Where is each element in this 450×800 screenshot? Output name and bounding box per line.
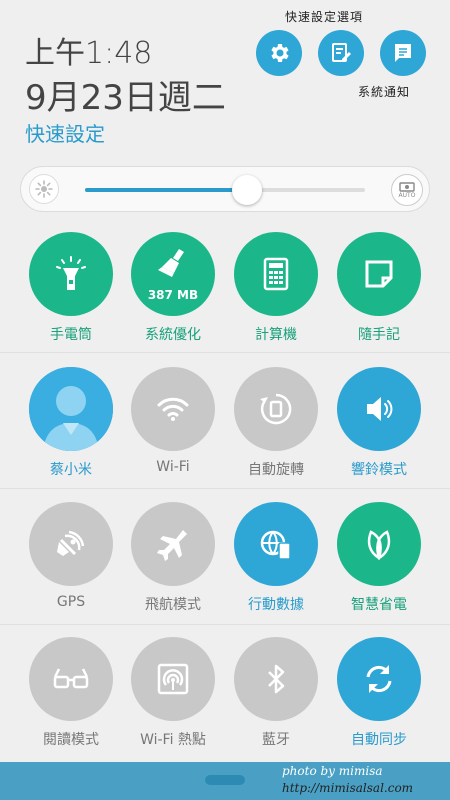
tile-label: 藍牙 [262, 732, 290, 748]
annotation-quick-settings-options: 快速設定選項 [285, 10, 364, 24]
brightness-low-icon [29, 174, 59, 204]
tile-button[interactable] [29, 637, 113, 721]
tile-gps[interactable]: GPS [21, 502, 121, 610]
sync-icon [359, 659, 399, 699]
tile-button[interactable] [131, 502, 215, 586]
calculator-icon [256, 254, 296, 294]
settings-button[interactable] [256, 30, 302, 76]
tile-button[interactable] [29, 367, 113, 451]
tile-bluetooth[interactable]: 藍牙 [226, 637, 326, 749]
edit-icon [332, 43, 351, 62]
page-title: 快速設定 [25, 122, 105, 146]
wifi-icon [153, 389, 193, 429]
tile-button[interactable] [234, 232, 318, 316]
divider [0, 352, 450, 353]
date-text: 9月23日週二 [25, 78, 226, 118]
tile-button[interactable] [234, 502, 318, 586]
flashlight-icon [51, 254, 91, 294]
divider [0, 488, 450, 489]
tile-note[interactable]: 隨手記 [329, 232, 429, 344]
tile-button[interactable] [131, 367, 215, 451]
tile-button[interactable] [337, 637, 421, 721]
tile-leaf[interactable]: 智慧省電 [329, 502, 429, 614]
tile-label: 行動數據 [248, 597, 304, 613]
tile-label: Wi-Fi 熱點 [140, 732, 206, 748]
tile-hotspot[interactable]: Wi-Fi 熱點 [123, 637, 223, 749]
tile-calculator[interactable]: 計算機 [226, 232, 326, 344]
tile-label: 系統優化 [145, 327, 201, 343]
gps-icon [51, 524, 91, 564]
tile-label: 智慧省電 [351, 597, 407, 613]
tile-button[interactable] [234, 367, 318, 451]
photo-credit: photo by mimisa http://mimisalsal.com [282, 764, 414, 795]
bluetooth-icon [256, 659, 296, 699]
annotation-system-notifications: 系統通知 [358, 85, 411, 99]
brightness-fill [85, 188, 248, 192]
edit-button[interactable] [318, 30, 364, 76]
auto-brightness-icon [399, 181, 415, 192]
tile-label: 隨手記 [358, 327, 400, 343]
note-icon [359, 254, 399, 294]
tile-button[interactable] [234, 637, 318, 721]
leaf-icon [359, 524, 399, 564]
tile-label: 蔡小米 [50, 462, 92, 478]
tile-broom[interactable]: 387 MB 系統優化 [123, 232, 223, 344]
airplane-icon [153, 524, 193, 564]
tile-glasses[interactable]: 閱讀模式 [21, 637, 121, 749]
tile-button[interactable] [337, 502, 421, 586]
tile-label: 計算機 [255, 327, 297, 343]
tile-button[interactable] [337, 367, 421, 451]
tile-label: 閱讀模式 [43, 732, 99, 748]
brightness-bar: AUTO [20, 166, 430, 212]
tile-label: 響鈴模式 [351, 462, 407, 478]
tile-label: 自動同步 [351, 732, 407, 748]
tile-label: 飛航模式 [145, 597, 201, 613]
bottom-drawer-bar: photo by mimisa http://mimisalsal.com [0, 762, 450, 800]
notification-icon [395, 44, 411, 62]
notifications-button[interactable] [380, 30, 426, 76]
tile-label: Wi-Fi [156, 459, 190, 475]
glasses-icon [51, 659, 91, 699]
tile-rotate[interactable]: 自動旋轉 [226, 367, 326, 479]
memory-freed-text: 387 MB [147, 288, 199, 302]
hotspot-icon [153, 659, 193, 699]
tile-airplane[interactable]: 飛航模式 [123, 502, 223, 614]
user-avatar-icon [29, 367, 113, 451]
tile-label: 自動旋轉 [248, 462, 304, 478]
speaker-icon [359, 389, 399, 429]
tile-button[interactable] [29, 232, 113, 316]
divider [0, 624, 450, 625]
tile-button[interactable]: 387 MB [131, 232, 215, 316]
tile-sync[interactable]: 自動同步 [329, 637, 429, 749]
auto-label: AUTO [398, 191, 416, 199]
mobile-data-icon [256, 524, 296, 564]
tile-button[interactable] [131, 637, 215, 721]
drag-handle[interactable] [205, 775, 245, 785]
tile-label: GPS [56, 594, 86, 610]
tile-wifi[interactable]: Wi-Fi [123, 367, 223, 475]
tile-speaker[interactable]: 響鈴模式 [329, 367, 429, 479]
tile-flashlight[interactable]: 手電筒 [21, 232, 121, 344]
clock-time: 上午1:48 [25, 36, 153, 71]
tile-user-avatar[interactable]: 蔡小米 [21, 367, 121, 479]
tile-button[interactable] [29, 502, 113, 586]
brightness-slider[interactable] [85, 175, 365, 205]
tile-mobile-data[interactable]: 行動數據 [226, 502, 326, 614]
brightness-thumb[interactable] [232, 175, 263, 205]
gear-icon [271, 44, 289, 62]
tile-label: 手電筒 [50, 327, 92, 343]
auto-brightness-button[interactable]: AUTO [391, 174, 423, 206]
tile-button[interactable] [337, 232, 421, 316]
rotate-icon [256, 389, 296, 429]
